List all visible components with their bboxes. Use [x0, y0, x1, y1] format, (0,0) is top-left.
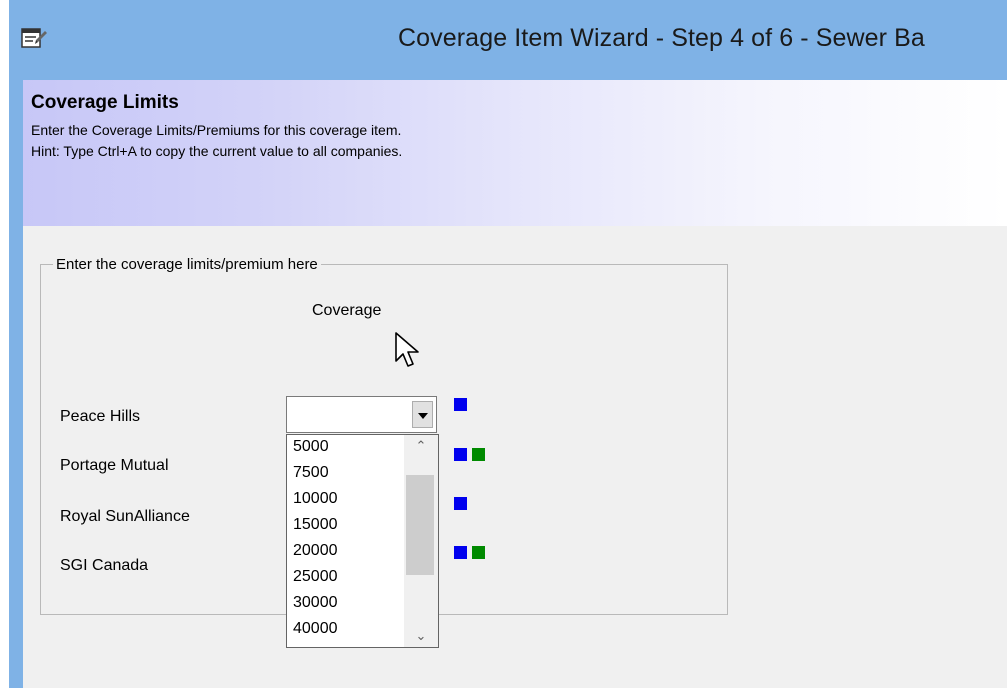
list-option[interactable]: 15000: [293, 515, 338, 535]
list-option[interactable]: 7500: [293, 463, 329, 483]
vertical-scrollbar[interactable]: ⌃ ⌄: [404, 435, 438, 647]
list-option[interactable]: 10000: [293, 489, 338, 509]
wizard-window: Coverage Item Wizard - Step 4 of 6 - Sew…: [9, 0, 1007, 688]
dropdown-arrow-button[interactable]: [412, 401, 433, 428]
list-option[interactable]: 30000: [293, 593, 338, 613]
wizard-client-area: Coverage Limits Enter the Coverage Limit…: [23, 80, 1007, 688]
groupbox-legend: Enter the coverage limits/premium here: [53, 256, 321, 273]
page-description: Enter the Coverage Limits/Premiums for t…: [31, 122, 402, 138]
page-hint: Hint: Type Ctrl+A to copy the current va…: [31, 143, 403, 159]
page-title: Coverage Limits: [31, 92, 179, 113]
list-option[interactable]: 40000: [293, 619, 338, 639]
indicator-green-sgi-canada: [472, 546, 485, 559]
coverage-dropdown-list[interactable]: 5000 7500 10000 15000 20000 25000 30000 …: [286, 434, 439, 648]
scroll-down-arrow-icon[interactable]: ⌄: [404, 625, 438, 647]
column-header-coverage: Coverage: [312, 302, 382, 319]
scroll-up-arrow-icon[interactable]: ⌃: [404, 435, 438, 457]
wizard-header: Coverage Limits Enter the Coverage Limit…: [23, 80, 1007, 226]
title-bar[interactable]: Coverage Item Wizard - Step 4 of 6 - Sew…: [9, 0, 1007, 80]
company-label-portage-mutual: Portage Mutual: [60, 457, 169, 474]
list-option[interactable]: 25000: [293, 567, 338, 587]
company-label-royal-sunalliance: Royal SunAlliance: [60, 508, 190, 525]
indicator-blue-sgi-canada: [454, 546, 467, 559]
indicator-blue-peace-hills: [454, 398, 467, 411]
properties-icon: [21, 28, 47, 48]
scrollbar-thumb[interactable]: [406, 475, 434, 575]
company-label-sgi-canada: SGI Canada: [60, 557, 149, 574]
list-option[interactable]: 5000: [293, 437, 329, 457]
indicator-green-portage-mutual: [472, 448, 485, 461]
indicator-blue-royal-sunalliance: [454, 497, 467, 510]
list-option[interactable]: 20000: [293, 541, 338, 561]
mouse-pointer-icon: [395, 332, 419, 367]
company-label-peace-hills: Peace Hills: [60, 408, 141, 425]
indicator-blue-portage-mutual: [454, 448, 467, 461]
window-title: Coverage Item Wizard - Step 4 of 6 - Sew…: [398, 24, 925, 52]
coverage-combo-peace-hills[interactable]: [286, 396, 437, 433]
